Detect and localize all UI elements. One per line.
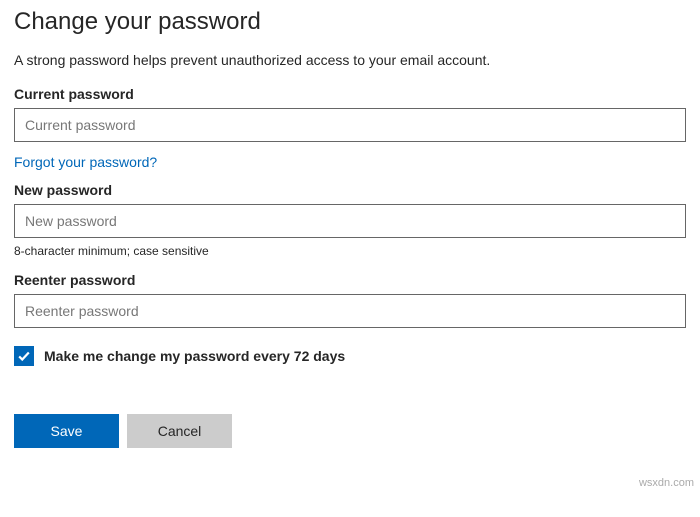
password-expiry-label: Make me change my password every 72 days [44, 348, 345, 364]
reenter-password-input[interactable] [14, 294, 686, 328]
password-expiry-checkbox[interactable] [14, 346, 34, 366]
current-password-input[interactable] [14, 108, 686, 142]
new-password-label: New password [14, 182, 686, 198]
page-title: Change your password [14, 8, 686, 36]
watermark: wsxdn.com [639, 477, 694, 489]
current-password-label: Current password [14, 86, 686, 102]
new-password-input[interactable] [14, 204, 686, 238]
page-description: A strong password helps prevent unauthor… [14, 52, 686, 68]
reenter-password-label: Reenter password [14, 272, 686, 288]
save-button[interactable]: Save [14, 414, 119, 448]
check-icon [17, 349, 31, 363]
forgot-password-link[interactable]: Forgot your password? [14, 154, 157, 170]
new-password-hint: 8-character minimum; case sensitive [14, 244, 686, 258]
cancel-button[interactable]: Cancel [127, 414, 232, 448]
